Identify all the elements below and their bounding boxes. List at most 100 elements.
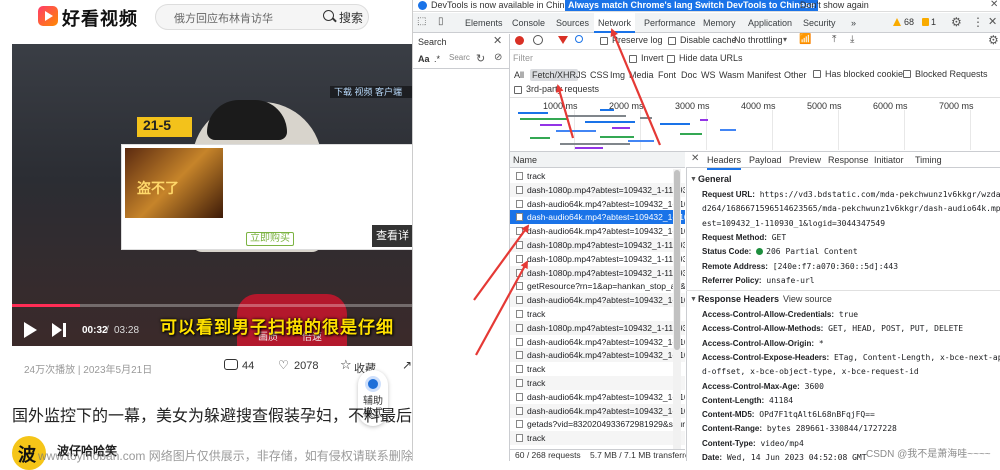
invert-label[interactable]: Invert (641, 53, 664, 63)
request-row[interactable]: track (510, 376, 685, 390)
request-name[interactable]: getads?vid=8320204933672981929&sourc (527, 419, 685, 429)
search-icon[interactable] (323, 10, 334, 21)
request-row[interactable]: dash-audio64k.mp4?abtest=109432_1-110 (510, 224, 685, 238)
request-name[interactable]: dash-audio64k.mp4?abtest=109432_1-110 (527, 406, 685, 416)
request-name[interactable]: dash-audio64k.mp4?abtest=109432_1-110 (527, 226, 685, 236)
tab-memory[interactable]: Memory (703, 13, 736, 33)
import-har-icon[interactable]: ⤒ (832, 34, 836, 45)
blocked-cookies-checkbox[interactable] (813, 70, 821, 78)
preserve-log-label[interactable]: Preserve log (612, 35, 663, 45)
filter-input[interactable]: Filter (513, 53, 628, 65)
network-conditions-icon[interactable]: 📶 (799, 34, 811, 45)
request-row[interactable]: getads?vid=8320204933672981929&sourc (510, 417, 685, 431)
issue-icon[interactable] (922, 18, 929, 26)
favorite-icon[interactable]: ☆ (340, 357, 352, 373)
type-filter-fetch-xhr[interactable]: Fetch/XHR (530, 69, 579, 81)
request-name[interactable]: track (527, 171, 545, 181)
tab-initiator[interactable]: Initiator (874, 155, 904, 165)
ad-buy-button[interactable]: 立即购买 (246, 232, 294, 246)
throttling-select[interactable]: No throttling (734, 35, 783, 45)
request-name[interactable]: track (527, 364, 545, 374)
more-tabs-button[interactable]: » (851, 13, 856, 33)
request-row[interactable]: dash-1080p.mp4?abtest=109432_1-11093 (510, 265, 685, 280)
column-header-name[interactable]: Name (513, 155, 537, 165)
issue-count[interactable]: 1 (931, 17, 936, 27)
more-options-icon[interactable]: ⋮ (972, 15, 984, 29)
request-name[interactable]: getResource?rn=1&ap=hankan_stop_ad& (527, 281, 685, 291)
search-icon[interactable] (575, 35, 583, 43)
type-filter-js[interactable]: JS (574, 69, 589, 81)
warning-icon[interactable] (893, 18, 901, 26)
match-case-toggle[interactable]: Aa (418, 54, 430, 64)
inspect-icon[interactable]: ⬚ (417, 16, 426, 27)
request-row[interactable]: dash-1080p.mp4?abtest=109432_1-11093 (510, 320, 685, 335)
request-name[interactable]: dash-audio64k.mp4?abtest=109432_1-110 (527, 392, 685, 402)
record-icon[interactable] (515, 36, 524, 45)
type-filter-img[interactable]: Img (608, 69, 627, 81)
blocked-requests-checkbox[interactable] (903, 70, 911, 78)
request-name[interactable]: dash-audio64k.mp4?abtest=109432_1-110 (527, 212, 685, 222)
type-filter-ws[interactable]: WS (699, 69, 718, 81)
close-icon[interactable]: ✕ (990, 0, 998, 10)
close-icon[interactable]: ✕ (691, 153, 699, 164)
view-source-button[interactable]: View source (783, 294, 832, 304)
request-row[interactable]: dash-1080p.mp4?abtest=109432_1-11093 (510, 252, 685, 266)
tab-network[interactable]: Network (594, 13, 636, 33)
filter-icon[interactable] (558, 36, 568, 44)
next-icon-bar[interactable] (63, 323, 66, 337)
clear-log-icon[interactable] (533, 35, 543, 45)
request-row[interactable]: dash-audio64k.mp4?abtest=109432_1-110 (510, 197, 685, 211)
share-icon[interactable]: ↗ (402, 358, 412, 372)
request-name[interactable]: track (527, 309, 545, 319)
ad-detail-button[interactable]: 查看详 (372, 225, 412, 247)
close-devtools-icon[interactable]: ✕ (988, 15, 997, 28)
request-row[interactable]: track (510, 362, 685, 376)
request-name[interactable]: dash-1080p.mp4?abtest=109432_1-11093 (527, 323, 685, 333)
request-name[interactable]: track (527, 378, 545, 388)
request-row[interactable]: dash-audio64k.mp4?abtest=109432_1-110 (510, 348, 685, 363)
third-party-checkbox[interactable] (514, 86, 522, 94)
request-row[interactable]: dash-audio64k.mp4?abtest=109432_1-110 (510, 293, 685, 308)
device-toggle-icon[interactable]: ▯ (438, 16, 444, 27)
type-filter-font[interactable]: Font (656, 69, 678, 81)
collapse-icon[interactable]: ▼ (690, 296, 697, 303)
tab-security[interactable]: Security (803, 13, 836, 33)
switch-language-button[interactable]: Switch DevTools to Chinese (692, 0, 818, 11)
type-filter-all[interactable]: All (512, 69, 526, 81)
blocked-cookies-label[interactable]: Has blocked cookies (825, 69, 908, 79)
avatar-text[interactable]: 波 (18, 441, 36, 467)
assist-mode-icon[interactable] (365, 376, 381, 392)
dont-show-again-link[interactable]: Don't show again (800, 0, 869, 11)
disable-cache-checkbox[interactable] (668, 37, 676, 45)
search-drawer-input[interactable]: Searc (449, 53, 471, 65)
logo-icon[interactable] (38, 6, 58, 26)
chevron-down-icon[interactable]: ▾ (783, 35, 787, 44)
comment-icon[interactable] (224, 359, 238, 370)
request-name[interactable]: dash-audio64k.mp4?abtest=109432_1-110 (527, 199, 685, 209)
like-count[interactable]: 2078 (294, 360, 318, 372)
request-row[interactable]: dash-audio64k.mp4?abtest=109432_1-110 (510, 335, 685, 349)
tab-payload[interactable]: Payload (749, 155, 782, 165)
type-filter-manifest[interactable]: Manifest (745, 69, 783, 81)
request-name[interactable]: dash-1080p.mp4?abtest=109432_1-11093 (527, 240, 685, 250)
tab-console[interactable]: Console (512, 13, 545, 33)
tab-preview[interactable]: Preview (789, 155, 821, 165)
request-name[interactable]: dash-1080p.mp4?abtest=109432_1-11093 (527, 185, 685, 195)
site-logo-text[interactable]: 好看视频 (62, 5, 138, 31)
comment-count[interactable]: 44 (242, 360, 254, 372)
disable-cache-label[interactable]: Disable cache (680, 35, 737, 45)
request-name[interactable]: dash-1080p.mp4?abtest=109432_1-11093 (527, 254, 685, 264)
type-filter-wasm[interactable]: Wasm (717, 69, 746, 81)
tab-timing[interactable]: Timing (915, 155, 942, 165)
type-filter-other[interactable]: Other (782, 69, 809, 81)
video-progress-bar[interactable] (12, 304, 412, 307)
refresh-icon[interactable]: ↻ (476, 52, 485, 65)
request-name[interactable]: dash-1080p.mp4?abtest=109432_1-11093 (527, 268, 685, 278)
request-row[interactable]: dash-audio64k.mp4?abtest=109432_1-110 (510, 210, 685, 225)
tab-elements[interactable]: Elements (465, 13, 503, 33)
request-row[interactable]: getResource?rn=1&ap=hankan_stop_ad& (510, 279, 685, 293)
request-row[interactable]: dash-1080p.mp4?abtest=109432_1-11093 (510, 238, 685, 252)
preserve-log-checkbox[interactable] (600, 37, 608, 45)
blocked-requests-label[interactable]: Blocked Requests (915, 69, 988, 79)
request-name[interactable]: dash-audio64k.mp4?abtest=109432_1-110 (527, 337, 685, 347)
